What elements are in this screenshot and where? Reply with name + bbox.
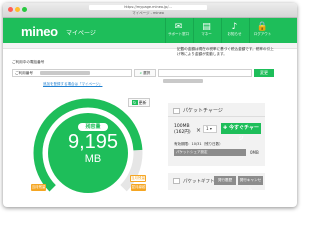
packet-gift-heading: パケットギフト (173, 178, 215, 185)
chevron-down-icon: ▾ (209, 126, 212, 131)
quantity-select[interactable]: 1 ▾ (203, 125, 217, 133)
select-button-label: 選択 (142, 71, 151, 75)
quantity-value: 1 (206, 126, 209, 131)
charge-now-label: 今すぐチャージ (229, 125, 259, 142)
phone-number-field[interactable]: ご利用番号 (12, 69, 132, 77)
issue-cancel-button[interactable]: 発行キャンセル (238, 176, 263, 191)
tab-title: マイページ - mineo (132, 11, 164, 15)
register-link[interactable]: 追加を登録する場合は「マイページ」 (43, 82, 102, 87)
page-subtitle: マイページ (66, 30, 96, 37)
zoom-window-button[interactable] (22, 7, 27, 12)
expiry-text: 有効期限：10/31（残り日数） (174, 142, 223, 146)
browser-window: https://mypage.mineo.jp/... マイページ - mine… (3, 3, 297, 207)
nav-support-label: サポート窓口 (168, 32, 189, 36)
share-setting-bar[interactable]: パケットシェア設定 (174, 149, 246, 156)
current-remain-tag: 当月残量 (130, 175, 146, 182)
current-month-tag: 当月残量 (31, 184, 46, 191)
redacted-nickname (163, 79, 203, 83)
search-icon: ⌕ (139, 71, 142, 75)
nav-notice-label: お知らせ (227, 32, 242, 36)
nav-logout-label: ログアウト (253, 32, 272, 36)
lock-icon: 🔒 (256, 22, 269, 32)
issue-history-button[interactable]: 発行履歴 (214, 176, 236, 185)
bell-icon: ♪ (231, 22, 238, 32)
site-header: mineo マイページ ✉ サポート窓口 ▤ マネー ♪ お知らせ 🔒 ログアウ… (3, 18, 297, 43)
browser-titlebar: https://mypage.mineo.jp/... マイページ - mine… (3, 3, 297, 18)
share-amount: 0MB (250, 150, 259, 155)
packet-charge-heading: パケットチャージ (173, 107, 223, 114)
charge-now-button[interactable]: ✚ 今すぐチャージ (221, 123, 261, 142)
remaining-label: 残容量 (78, 123, 108, 131)
multiply-sign: × (196, 127, 202, 134)
nickname-field[interactable] (158, 69, 252, 83)
remaining-value: 9,195 (67, 131, 119, 153)
packet-charge-title: パケットチャージ (183, 108, 223, 114)
divider (168, 116, 265, 117)
charge-plan-price: (162円) (174, 130, 191, 135)
remaining-unit: MB (84, 153, 102, 165)
chart-icon: ▤ (202, 22, 211, 32)
close-window-button[interactable] (8, 7, 13, 12)
phone-section-label: ご利用中の電話番号 (12, 60, 45, 64)
phone-number-row: ご利用番号 ⌕ 選択 変更 (12, 69, 274, 83)
gift-icon (173, 178, 180, 184)
packet-gift-panel: パケットギフト 発行履歴 発行キャンセル (168, 173, 265, 191)
phone-number-label: ご利用番号 (15, 71, 33, 75)
redacted-number (40, 71, 91, 75)
packet-icon (173, 107, 180, 114)
address-bar[interactable]: https://mypage.mineo.jp/... (89, 5, 207, 10)
nav-notice[interactable]: ♪ お知らせ (221, 18, 247, 43)
nav-support[interactable]: ✉ サポート窓口 (165, 18, 191, 43)
nav-money[interactable]: ▤ マネー (193, 18, 219, 43)
support-icon: ✉ (174, 22, 183, 32)
cart-icon: ✚ (223, 125, 228, 131)
tax-notice: 記載の金額は現在の税率に基づく税込金額です。税率の引上げ等により金額が変動します… (177, 47, 274, 56)
mineo-logo[interactable]: mineo (21, 24, 58, 39)
carryover-tag: 翌月繰越 (131, 184, 146, 191)
packet-gift-title: パケットギフト (183, 179, 215, 185)
minimize-window-button[interactable] (15, 7, 20, 12)
nav-money-label: マネー (201, 32, 212, 36)
nav-logout[interactable]: 🔒 ログアウト (249, 18, 275, 43)
packet-charge-panel: パケットチャージ 100MB (162円) × 1 ▾ ✚ 今すぐチャージ 有効… (168, 103, 265, 166)
select-number-button[interactable]: ⌕ 選択 (134, 69, 156, 77)
charge-plan: 100MB (162円) (174, 124, 191, 136)
change-button[interactable]: 変更 (254, 69, 274, 77)
